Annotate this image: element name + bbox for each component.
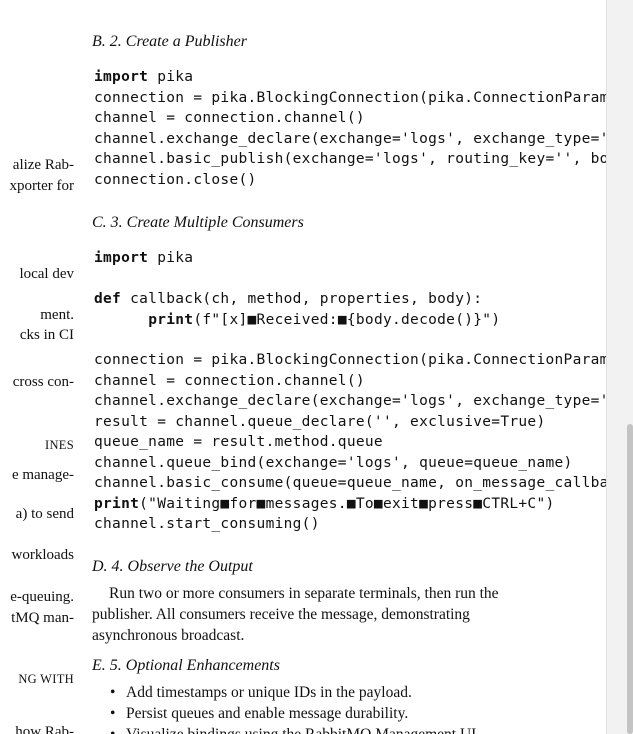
list-item: Visualize bindings using the RabbitMQ Ma… (92, 724, 480, 734)
code-keyword: import (94, 250, 149, 266)
code-text: (f"[x]■Received:■{body.decode()}") (193, 311, 501, 328)
left-column-text-line: how Rab- (15, 724, 74, 734)
code-line: print("Waiting■for■messages.■To■exit■pre… (94, 494, 606, 515)
left-column-text-line: a) to send (15, 506, 74, 522)
code-line: channel.start_consuming() (94, 514, 606, 535)
heading-optional-enhancements: E. 5. Optional Enhancements (92, 657, 280, 674)
code-text: pika (148, 250, 194, 266)
code-line: connection = pika.BlockingConnection(pik… (94, 88, 606, 109)
code-text: queue_name = result.method.queue (94, 434, 383, 450)
list-item: Add timestamps or unique IDs in the payl… (92, 682, 480, 703)
heading-observe-output: D. 4. Observe the Output (92, 558, 253, 575)
left-column-text-line: INES (45, 438, 74, 452)
code-keyword: import (94, 69, 149, 85)
code-text: pika (148, 69, 194, 85)
code-text: channel.exchange_declare(exchange='logs'… (94, 130, 606, 147)
code-text: connection = pika.BlockingConnection(pik… (94, 89, 606, 106)
code-line: connection = pika.BlockingConnection(pik… (94, 350, 606, 371)
code-line: connection.close() (94, 170, 606, 191)
code-line: import pika (94, 67, 606, 88)
left-column-text-line: e-queuing. (10, 589, 74, 605)
code-block-consumer-callback: def callback(ch, method, properties, bod… (94, 289, 606, 330)
code-line: print(f"[x]■Received:■{body.decode()}") (94, 310, 606, 331)
left-column-text-line: ment. (40, 307, 74, 323)
left-column-text-line: alize Rab- (12, 157, 74, 173)
code-keyword: def (94, 291, 122, 307)
code-line: queue_name = result.method.queue (94, 432, 606, 453)
code-line: channel = connection.channel() (94, 108, 606, 129)
left-column-text-line: NG WITH (18, 672, 74, 686)
paragraph-observe-output: Run two or more consumers in separate te… (92, 585, 499, 644)
code-line: def callback(ch, method, properties, bod… (94, 289, 606, 310)
code-line: import pika (94, 248, 606, 269)
code-text: channel = connection.channel() (94, 110, 365, 126)
code-block-consumer-main: connection = pika.BlockingConnection(pik… (94, 350, 606, 535)
heading-create-consumers: C. 3. Create Multiple Consumers (92, 214, 304, 231)
code-line: channel.basic_consume(queue=queue_name, … (94, 473, 606, 494)
code-line: channel.exchange_declare(exchange='logs'… (94, 391, 606, 412)
scrollbar-thumb[interactable] (627, 424, 633, 734)
left-column-text-line: cks in CI (19, 327, 74, 343)
code-text: connection.close() (94, 171, 257, 188)
code-keyword: print (94, 495, 140, 512)
code-line: result = channel.queue_declare('', exclu… (94, 412, 606, 433)
left-column-text-line: e manage- (11, 467, 74, 483)
vertical-scrollbar[interactable] (606, 0, 633, 734)
code-line: channel.exchange_declare(exchange='logs'… (94, 129, 606, 150)
code-text: callback(ch, method, properties, body): (121, 291, 483, 307)
code-keyword: print (148, 311, 194, 328)
code-text: channel = connection.channel() (94, 372, 365, 389)
document-page: alize Rab-xporter for local dev ment. cks i… (0, 0, 606, 734)
code-line: channel.queue_bind(exchange='logs', queu… (94, 453, 606, 474)
enhancements-list: Add timestamps or unique IDs in the payl… (92, 682, 480, 734)
code-text: ("Waiting■for■messages.■To■exit■press■CT… (139, 495, 555, 512)
code-text: result = channel.queue_declare('', exclu… (94, 413, 546, 430)
code-text: channel.basic_consume(queue=queue_name, … (94, 475, 606, 491)
heading-create-publisher: B. 2. Create a Publisher (92, 33, 247, 50)
code-line: channel = connection.channel() (94, 371, 606, 392)
code-block-publisher: import pika connection = pika.BlockingCon… (94, 67, 606, 190)
left-column-text-line: cross con- (12, 374, 74, 390)
left-column-text-line: xporter for (9, 178, 74, 194)
list-item: Persist queues and enable message durabi… (92, 703, 480, 724)
code-text: channel.exchange_declare(exchange='logs'… (94, 393, 606, 409)
code-block-consumer-import: import pika (94, 248, 606, 269)
left-column-text-line: tMQ man- (11, 610, 74, 626)
code-text: channel.queue_bind(exchange='logs', queu… (94, 454, 573, 471)
left-column-text-line: local dev (19, 266, 74, 282)
code-text: channel.basic_publish(exchange='logs', r… (94, 151, 606, 167)
left-column-text-line: workloads (11, 547, 75, 563)
code-text: channel.start_consuming() (94, 516, 320, 532)
code-line: channel.basic_publish(exchange='logs', r… (94, 149, 606, 170)
code-text: connection = pika.BlockingConnection(pik… (94, 352, 606, 368)
